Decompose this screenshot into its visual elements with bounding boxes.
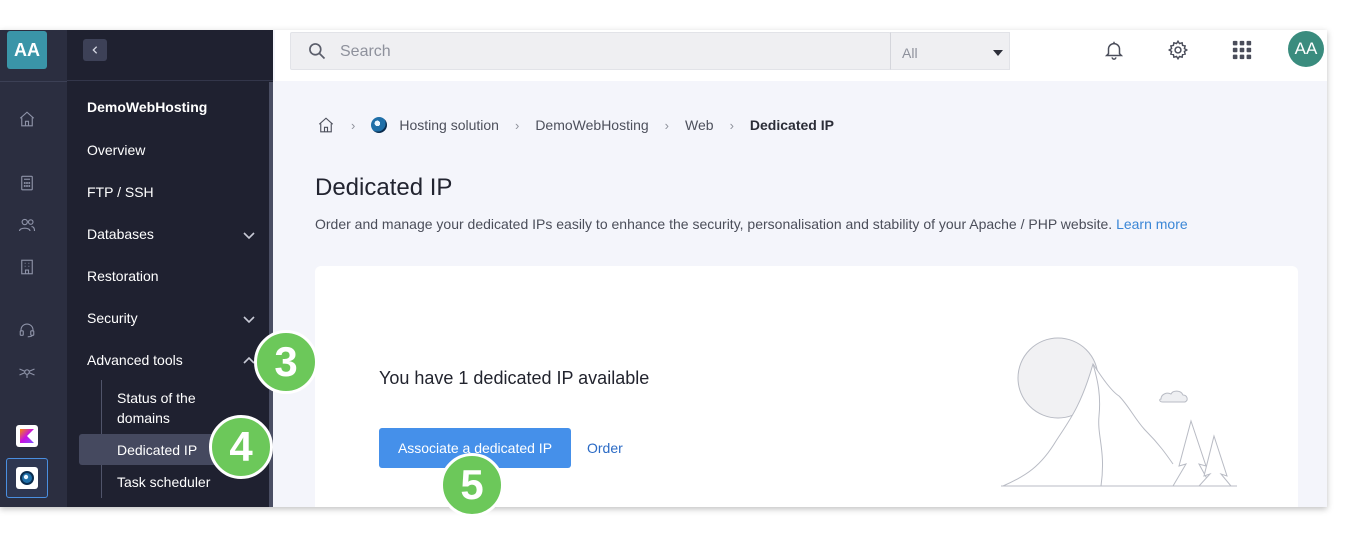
search-scope-select[interactable]: All	[890, 32, 1010, 70]
sub-item-task-scheduler[interactable]: Task scheduler	[117, 472, 227, 492]
order-link[interactable]: Order	[587, 440, 623, 456]
chevron-right-icon: ›	[664, 117, 670, 133]
nav-item-label: Databases	[87, 226, 154, 242]
caret-down-icon	[993, 50, 1003, 56]
nav-item-ftp-ssh[interactable]: FTP / SSH	[87, 184, 257, 200]
sub-item-status-of-domains[interactable]: Status of the domains	[117, 388, 227, 428]
search-box[interactable]: Search	[290, 32, 891, 70]
users-icon[interactable]	[17, 215, 37, 235]
account-avatar[interactable]: AA	[7, 31, 47, 69]
network-icon[interactable]	[17, 362, 37, 382]
icon-rail: AA	[0, 30, 67, 507]
bell-icon[interactable]	[1103, 39, 1127, 63]
chevron-right-icon: ›	[729, 117, 734, 133]
chevron-left-icon	[92, 46, 98, 54]
chevron-down-icon	[243, 312, 255, 324]
rail-divider	[0, 81, 67, 82]
breadcrumb-item[interactable]: DemoWebHosting	[535, 117, 648, 133]
breadcrumb-item[interactable]: Hosting solution	[399, 117, 499, 133]
apps-grid-icon[interactable]	[1231, 39, 1255, 63]
building-icon[interactable]	[17, 257, 37, 277]
chevron-right-icon: ›	[351, 117, 356, 133]
user-avatar[interactable]: AA	[1288, 31, 1324, 67]
chevron-right-icon: ›	[514, 117, 520, 133]
learn-more-link[interactable]: Learn more	[1116, 216, 1188, 232]
main-content: › Hosting solution › DemoWebHosting › We…	[275, 81, 1327, 507]
search-input[interactable]: Search	[340, 43, 391, 61]
hosting-logo-icon	[371, 117, 388, 133]
nav-item-restoration[interactable]: Restoration	[87, 268, 257, 284]
step-badge-4: 4	[209, 415, 273, 479]
collapse-sidebar-button[interactable]	[83, 39, 107, 61]
nav-item-databases[interactable]: Databases	[87, 226, 257, 242]
top-bar: Search All AA	[275, 30, 1327, 81]
nav-header	[67, 30, 273, 81]
gear-icon[interactable]	[1167, 39, 1191, 63]
chevron-down-icon	[243, 228, 255, 240]
nav-item-label: Advanced tools	[87, 352, 183, 368]
page-description: Order and manage your dedicated IPs easi…	[315, 216, 1188, 232]
nav-item-label: Security	[87, 310, 138, 326]
nav-item-label: Restoration	[87, 268, 159, 284]
kotlin-app-icon[interactable]	[16, 425, 38, 447]
nav-item-overview[interactable]: Overview	[87, 142, 257, 158]
step-badge-3: 3	[254, 330, 318, 394]
nav-item-security[interactable]: Security	[87, 310, 257, 326]
breadcrumb-item[interactable]: Web	[685, 117, 714, 133]
search-scope-value: All	[902, 45, 918, 61]
page-title: Dedicated IP	[315, 174, 453, 201]
breadcrumb-current: Dedicated IP	[749, 117, 834, 133]
calculator-icon[interactable]	[17, 173, 37, 193]
app-window: AA DemoWebHosting Overview FTP / SSH Dat…	[0, 30, 1327, 507]
nav-item-label: Overview	[87, 142, 146, 158]
hosting-app-icon[interactable]	[16, 467, 38, 489]
step-badge-5: 5	[440, 453, 504, 517]
home-icon[interactable]	[17, 109, 37, 129]
mountain-illustration	[1001, 337, 1237, 487]
page-description-text: Order and manage your dedicated IPs easi…	[315, 216, 1113, 232]
nav-title[interactable]: DemoWebHosting	[87, 99, 257, 115]
home-icon[interactable]	[317, 116, 335, 134]
nav-item-label: FTP / SSH	[87, 184, 154, 200]
nav-item-advanced-tools[interactable]: Advanced tools	[87, 352, 257, 368]
breadcrumb: › Hosting solution › DemoWebHosting › We…	[317, 116, 834, 134]
headset-icon[interactable]	[17, 320, 37, 340]
card-title: You have 1 dedicated IP available	[379, 368, 650, 388]
search-icon	[309, 43, 326, 60]
